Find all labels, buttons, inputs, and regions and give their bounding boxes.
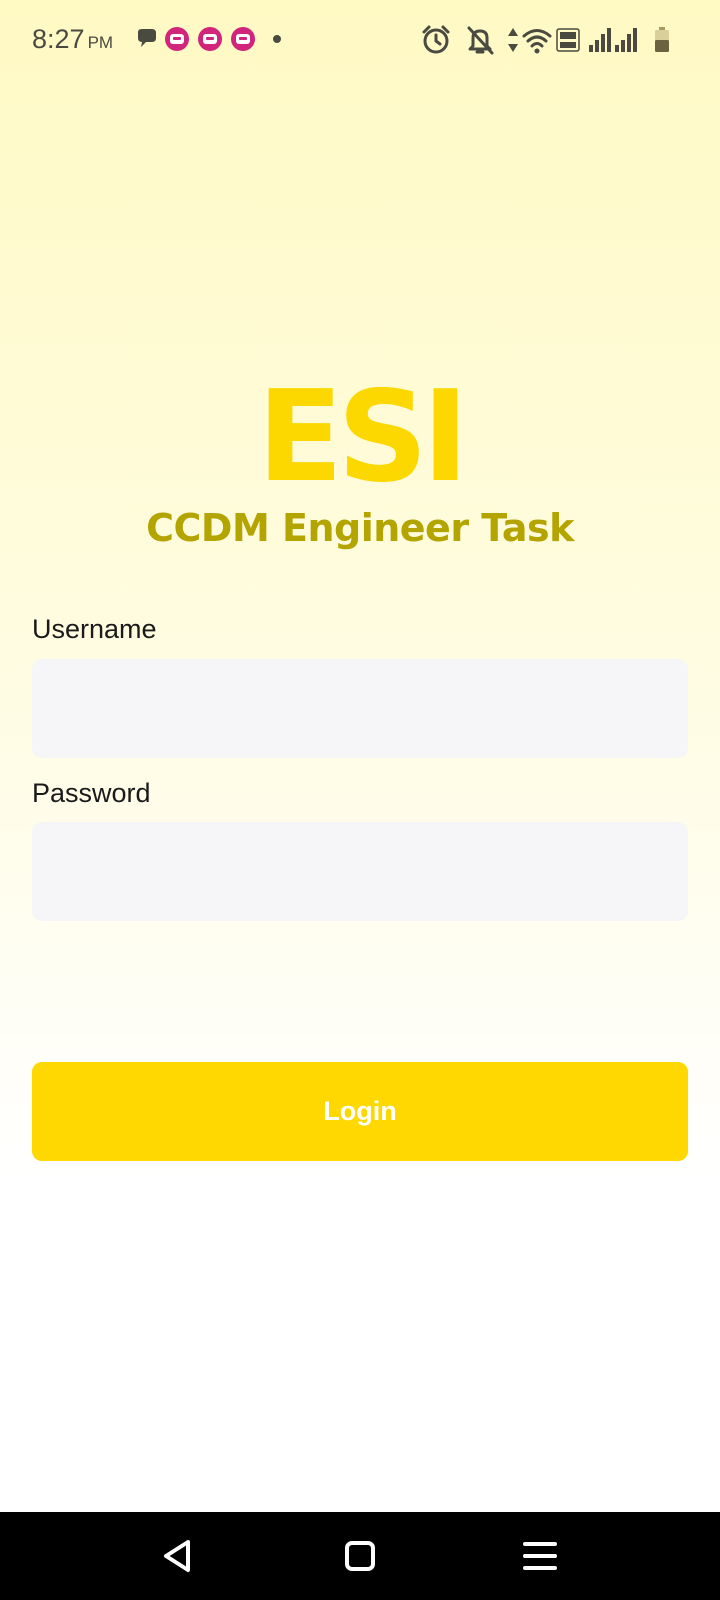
volte-icon bbox=[556, 28, 580, 52]
app-notification-icon bbox=[165, 27, 189, 51]
time-value: 8:27 bbox=[32, 24, 85, 54]
status-bar: 8:27 PM bbox=[0, 0, 720, 84]
wifi-icon bbox=[522, 29, 552, 54]
battery-icon bbox=[655, 27, 669, 52]
app-subtitle: CCDM Engineer Task bbox=[146, 506, 574, 550]
password-label: Password bbox=[32, 778, 151, 808]
more-dot-icon bbox=[273, 35, 281, 43]
password-field[interactable] bbox=[32, 822, 688, 921]
app-notification-icon bbox=[198, 27, 222, 51]
login-button[interactable]: Login bbox=[32, 1062, 688, 1161]
menu-icon[interactable] bbox=[518, 1534, 562, 1578]
system-nav-bar bbox=[0, 1512, 720, 1600]
bell-off-icon bbox=[467, 26, 494, 55]
home-icon[interactable] bbox=[338, 1534, 382, 1578]
username-label: Username bbox=[32, 614, 157, 644]
back-icon[interactable] bbox=[156, 1534, 200, 1578]
status-time: 8:27 PM bbox=[32, 24, 113, 55]
username-field[interactable] bbox=[32, 659, 688, 758]
signal-icon bbox=[589, 28, 611, 52]
time-ampm: PM bbox=[87, 33, 114, 52]
app-notification-icon bbox=[231, 27, 255, 51]
data-arrows-icon bbox=[508, 28, 518, 52]
chat-bubble-icon bbox=[138, 29, 156, 47]
login-button-label: Login bbox=[323, 1096, 397, 1126]
signal-icon bbox=[615, 28, 637, 52]
alarm-icon bbox=[422, 25, 450, 54]
app-logo-title: ESI bbox=[257, 363, 469, 510]
